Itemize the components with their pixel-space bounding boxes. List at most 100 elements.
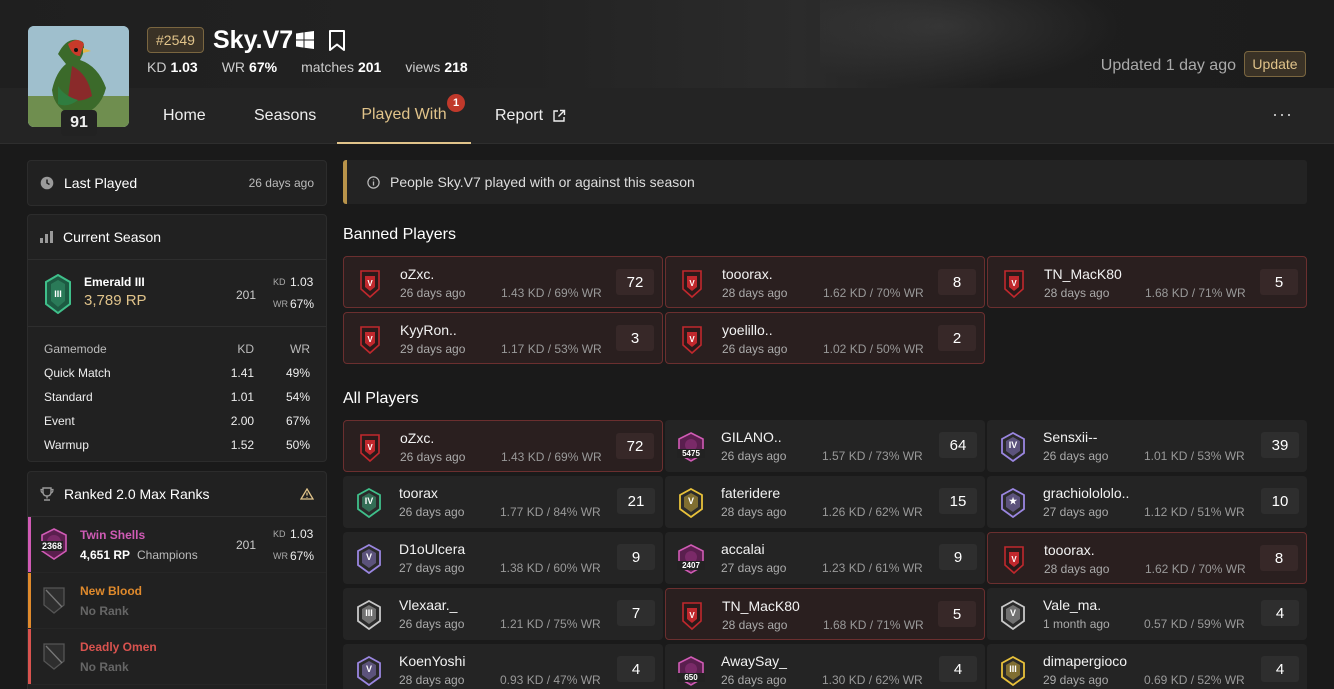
rank-badge-text: V bbox=[365, 664, 372, 674]
matches-together-count: 72 bbox=[616, 433, 654, 459]
max-rank-row: New Blood No Rank bbox=[28, 573, 326, 629]
player-card[interactable]: 2407 accalai 27 days ago 1.23 KD / 61% WR 9 bbox=[665, 532, 985, 584]
player-name[interactable]: oZxc. bbox=[400, 430, 434, 446]
season-color-bar bbox=[28, 517, 31, 572]
tab-home[interactable]: Home bbox=[163, 88, 206, 144]
rank-badge-text: V bbox=[687, 496, 694, 506]
player-card[interactable]: V D1oUlcera 27 days ago 1.38 KD / 60% WR 9 bbox=[343, 532, 663, 584]
player-card[interactable]: III dimapergioco 29 days ago 0.69 KD / 52% … bbox=[987, 644, 1307, 689]
player-name[interactable]: tooorax. bbox=[722, 266, 773, 282]
svg-text:V: V bbox=[367, 443, 373, 452]
rank-points: 3,789 RP bbox=[84, 292, 147, 309]
max-rank-name: Champions bbox=[137, 548, 198, 562]
player-kd-wr: 0.93 KD / 47% WR bbox=[500, 673, 601, 687]
stat-value: 201 bbox=[357, 59, 382, 75]
player-card[interactable]: V KoenYoshi 28 days ago 0.93 KD / 47% WR 4 bbox=[343, 644, 663, 689]
bookmark-icon[interactable] bbox=[328, 30, 346, 52]
gamemode-wr: 49% bbox=[285, 366, 310, 380]
diamond-rank-icon: ★ bbox=[999, 487, 1027, 519]
stat-wr: WR 67% bbox=[222, 59, 277, 75]
header-background-art bbox=[820, 0, 1120, 88]
player-name[interactable]: Sensxii-- bbox=[1043, 429, 1097, 445]
banned-rank-icon: V bbox=[1000, 545, 1028, 575]
matches-together-count: 9 bbox=[939, 544, 977, 570]
column-header: KD bbox=[237, 342, 255, 356]
tab-report[interactable]: Report bbox=[495, 88, 566, 144]
matches-together-count: 4 bbox=[1261, 600, 1299, 626]
player-name[interactable]: D1oUlcera bbox=[399, 541, 465, 557]
gamemode-name: Event bbox=[44, 414, 75, 428]
player-name[interactable]: TN_MacK80 bbox=[722, 598, 800, 614]
svg-text:V: V bbox=[1011, 279, 1017, 288]
player-card[interactable]: Vtooorax. 28 days ago 1.62 KD / 70% WR 8 bbox=[987, 532, 1307, 584]
player-card[interactable]: VoZxc. 26 days ago 1.43 KD / 69% WR 72 bbox=[343, 420, 663, 472]
player-name[interactable]: oZxc. bbox=[400, 266, 434, 282]
stat-value: 67% bbox=[249, 59, 278, 75]
player-name[interactable]: GILANO.. bbox=[721, 429, 782, 445]
more-options-icon[interactable]: ··· bbox=[1272, 104, 1293, 125]
player-name[interactable]: AwaySay_ bbox=[721, 653, 787, 669]
panel-title: Ranked 2.0 Max Ranks bbox=[64, 486, 210, 502]
gamemode-name: Warmup bbox=[44, 438, 89, 452]
player-card[interactable]: ★ grachiolololo.. 27 days ago 1.12 KD / 51%… bbox=[987, 476, 1307, 528]
table-row: Event 2.00 67% bbox=[44, 409, 310, 433]
player-card[interactable]: 5475 GILANO.. 26 days ago 1.57 KD / 73% WR 6… bbox=[665, 420, 985, 472]
player-name[interactable]: accalai bbox=[721, 541, 765, 557]
player-name[interactable]: fateridere bbox=[721, 485, 780, 501]
player-name[interactable]: KyyRon.. bbox=[400, 322, 457, 338]
player-name[interactable]: toorax bbox=[399, 485, 438, 501]
gamemode-kd: 1.52 bbox=[230, 438, 255, 452]
diamond-rank-icon: IV bbox=[999, 431, 1027, 463]
matches-together-count: 7 bbox=[617, 600, 655, 626]
tab-seasons[interactable]: Seasons bbox=[254, 88, 316, 144]
clock-icon bbox=[40, 176, 54, 190]
player-card[interactable]: Vtooorax. 28 days ago 1.62 KD / 70% WR 8 bbox=[665, 256, 985, 308]
player-name[interactable]: KoenYoshi bbox=[399, 653, 465, 669]
player-card[interactable]: V TN_MacK80 28 days ago 1.68 KD / 71% WR 5 bbox=[665, 588, 985, 640]
stat-kd: KD 1.03 bbox=[147, 59, 198, 75]
current-rank-block: III Emerald III 3,789 RP 201 KD 1.03 WR … bbox=[28, 260, 326, 326]
player-card[interactable]: VoZxc. 26 days ago 1.43 KD / 69% WR 72 bbox=[343, 256, 663, 308]
rank-name: Emerald III bbox=[84, 275, 145, 289]
player-kd-wr: 1.57 KD / 73% WR bbox=[822, 449, 923, 463]
player-card[interactable]: Vyoelillo.. 26 days ago 1.02 KD / 50% WR 2 bbox=[665, 312, 985, 364]
player-card[interactable]: III Vlexaar._ 26 days ago 1.21 KD / 75% WR 7 bbox=[343, 588, 663, 640]
player-kd-wr: 1.12 KD / 51% WR bbox=[1144, 505, 1245, 519]
player-card[interactable]: V TN_MacK80 28 days ago 1.68 KD / 71% WR 5 bbox=[987, 256, 1307, 308]
player-name[interactable]: Vale_ma. bbox=[1043, 597, 1101, 613]
last-played-panel: Last Played 26 days ago bbox=[27, 160, 327, 206]
player-kd-wr: 1.17 KD / 53% WR bbox=[501, 342, 602, 356]
player-card[interactable]: IV toorax 26 days ago 1.77 KD / 84% WR 21 bbox=[343, 476, 663, 528]
max-rank-points: 4,651 RP bbox=[80, 548, 131, 562]
warning-icon[interactable] bbox=[300, 488, 314, 500]
player-card[interactable]: Vfateridere 28 days ago 1.26 KD / 62% WR 15 bbox=[665, 476, 985, 528]
player-card[interactable]: V KyyRon.. 29 days ago 1.17 KD / 53% WR 3 bbox=[343, 312, 663, 364]
gamemode-name: Quick Match bbox=[44, 366, 111, 380]
current-season-panel: Current Season III Emerald III 3,789 RP … bbox=[27, 214, 327, 462]
stat-views: views 218 bbox=[405, 59, 467, 75]
rank-badge-text: 650 bbox=[677, 673, 705, 682]
banned-rank-icon: V bbox=[1000, 269, 1028, 299]
player-name[interactable]: tooorax. bbox=[1044, 542, 1095, 558]
player-name[interactable]: Vlexaar._ bbox=[399, 597, 457, 613]
player-last-seen: 28 days ago bbox=[1044, 286, 1110, 300]
player-name[interactable]: yoelillo.. bbox=[722, 322, 773, 338]
player-name[interactable]: dimapergioco bbox=[1043, 653, 1127, 669]
panel-title: Current Season bbox=[63, 229, 162, 245]
player-name[interactable]: grachiolololo.. bbox=[1043, 485, 1129, 501]
champion-rank-icon: 650 bbox=[677, 656, 705, 686]
player-card[interactable]: V Vale_ma. 1 month ago 0.57 KD / 59% WR 4 bbox=[987, 588, 1307, 640]
matches-together-count: 3 bbox=[616, 325, 654, 351]
player-card[interactable]: IV Sensxii-- 26 days ago 1.01 KD / 53% WR 39 bbox=[987, 420, 1307, 472]
player-name[interactable]: TN_MacK80 bbox=[1044, 266, 1122, 282]
update-button[interactable]: Update bbox=[1244, 51, 1306, 77]
matches-together-count: 10 bbox=[1261, 488, 1299, 514]
matches-together-count: 2 bbox=[938, 325, 976, 351]
player-card[interactable]: 650 AwaySay_ 26 days ago 1.30 KD / 62% WR 4 bbox=[665, 644, 985, 689]
gamemode-kd: 1.01 bbox=[230, 390, 255, 404]
silver-rank-icon: V bbox=[999, 599, 1027, 631]
player-last-seen: 1 month ago bbox=[1043, 617, 1110, 631]
svg-text:V: V bbox=[689, 279, 695, 288]
profile-nav: Home Seasons Played With 1 Report bbox=[0, 88, 1334, 144]
gold-rank-icon: V bbox=[677, 487, 705, 519]
